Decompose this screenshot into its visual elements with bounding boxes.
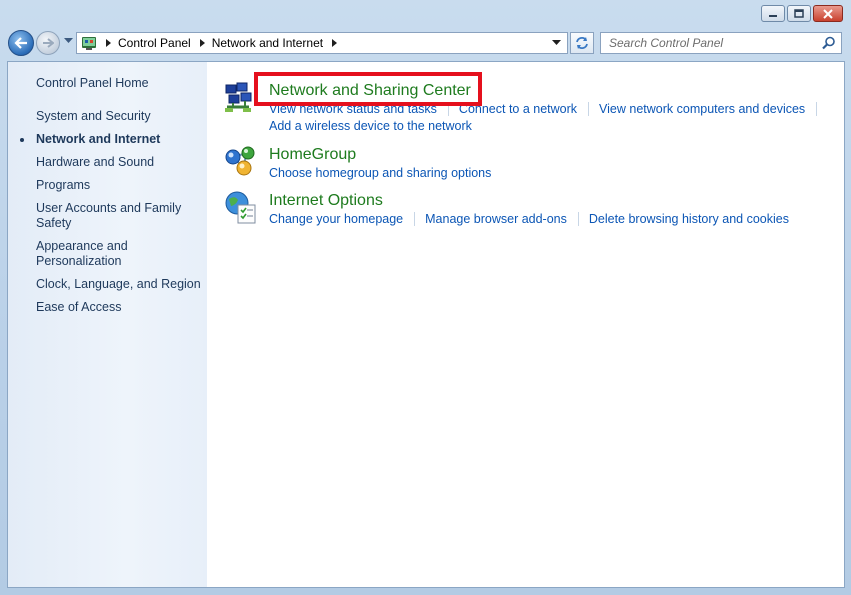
sidebar-item-label: System and Security <box>36 109 151 123</box>
link-choose-homegroup-and-sharing-options[interactable]: Choose homegroup and sharing options <box>269 166 491 180</box>
sidebar-item-label: Programs <box>36 178 91 192</box>
category-title-homegroup[interactable]: HomeGroup <box>269 146 356 164</box>
sidebar-item-label: Clock, Language, and Region <box>36 277 201 291</box>
link-manage-browser-add-ons[interactable]: Manage browser add-ons <box>425 212 567 226</box>
link-add-a-wireless-device[interactable]: Add a wireless device to the network <box>269 119 472 133</box>
minimize-icon <box>769 14 777 17</box>
breadcrumb-separator-icon[interactable] <box>332 39 338 47</box>
link-view-network-computers-and-devices[interactable]: View network computers and devices <box>599 102 805 116</box>
search-icon[interactable] <box>822 36 836 50</box>
internet-options-icon[interactable] <box>223 189 259 225</box>
refresh-icon <box>576 37 588 49</box>
forward-arrow-icon <box>43 38 54 48</box>
homegroup-icon[interactable] <box>223 143 259 179</box>
network-sharing-center-icon[interactable] <box>223 80 259 116</box>
link-separator <box>816 102 818 116</box>
search-box <box>600 32 842 54</box>
close-icon <box>823 8 833 19</box>
link-separator <box>447 102 449 116</box>
category-title-internet-options[interactable]: Internet Options <box>269 192 383 210</box>
sidebar-category-list: System and Security Network and Internet… <box>20 109 204 323</box>
control-panel-window: Control Panel Network and Internet Con <box>0 0 851 595</box>
refresh-button[interactable] <box>570 32 594 54</box>
title-bar <box>0 0 851 28</box>
link-connect-to-a-network[interactable]: Connect to a network <box>459 102 577 116</box>
caption-buttons <box>761 5 843 22</box>
sidebar-item-network-and-internet[interactable]: Network and Internet <box>20 132 204 147</box>
back-arrow-icon <box>14 37 27 49</box>
sidebar-item-hardware-and-sound[interactable]: Hardware and Sound <box>36 155 204 170</box>
breadcrumb-network-and-internet[interactable]: Network and Internet <box>212 36 323 50</box>
link-delete-browsing-history-and-cookies[interactable]: Delete browsing history and cookies <box>589 212 789 226</box>
breadcrumb-separator-icon[interactable] <box>106 39 111 47</box>
link-view-network-status-and-tasks[interactable]: View network status and tasks <box>269 102 437 116</box>
sidebar-item-label: Hardware and Sound <box>36 155 155 169</box>
close-button[interactable] <box>813 5 843 22</box>
sidebar-item-label: Network and Internet <box>36 132 161 146</box>
address-bar[interactable]: Control Panel Network and Internet <box>76 32 568 54</box>
sidebar-item-clock-language-and-region[interactable]: Clock, Language, and Region <box>36 277 204 292</box>
sidebar-item-label: Appearance and Personalization <box>36 239 128 268</box>
sidebar-item-label: Ease of Access <box>36 300 122 314</box>
forward-button[interactable] <box>36 31 60 55</box>
control-panel-icon <box>82 37 96 50</box>
breadcrumb-separator-icon[interactable] <box>199 39 205 47</box>
sidebar-item-user-accounts-and-family-safety[interactable]: User Accounts and Family Safety <box>36 201 204 231</box>
sidebar-item-system-and-security[interactable]: System and Security <box>36 109 204 124</box>
sidebar: Control Panel Home System and Security N… <box>8 62 207 587</box>
category-title-network-and-sharing-center[interactable]: Network and Sharing Center <box>269 82 471 100</box>
sidebar-item-programs[interactable]: Programs <box>36 178 204 193</box>
link-change-your-homepage[interactable]: Change your homepage <box>269 212 403 226</box>
search-input[interactable] <box>601 33 824 53</box>
sidebar-item-label: User Accounts and Family Safety <box>36 201 182 230</box>
main-panel: Network and Sharing Center View network … <box>221 62 841 587</box>
minimize-button[interactable] <box>761 5 785 22</box>
breadcrumb-control-panel[interactable]: Control Panel <box>118 36 191 50</box>
category-links-row: Choose homegroup and sharing options <box>269 166 491 180</box>
sidebar-control-panel-home-link[interactable]: Control Panel Home <box>36 76 149 90</box>
back-button[interactable] <box>8 30 34 56</box>
address-history-dropdown-icon[interactable] <box>552 40 561 46</box>
sidebar-item-appearance-and-personalization[interactable]: Appearance and Personalization <box>36 239 204 269</box>
maximize-icon <box>794 9 804 18</box>
category-links-row: Add a wireless device to the network <box>269 119 472 133</box>
recent-pages-dropdown-icon[interactable] <box>64 38 73 44</box>
category-links-row: Change your homepage Manage browser add-… <box>269 212 789 226</box>
link-separator <box>414 212 416 226</box>
maximize-button[interactable] <box>787 5 811 22</box>
current-page-bullet-icon <box>20 138 24 142</box>
link-separator <box>577 212 579 226</box>
content-pane: Control Panel Home System and Security N… <box>7 61 845 588</box>
sidebar-item-ease-of-access[interactable]: Ease of Access <box>36 300 204 315</box>
navigation-bar: Control Panel Network and Internet <box>0 29 851 57</box>
link-separator <box>588 102 590 116</box>
category-links-row: View network status and tasks Connect to… <box>269 102 827 116</box>
